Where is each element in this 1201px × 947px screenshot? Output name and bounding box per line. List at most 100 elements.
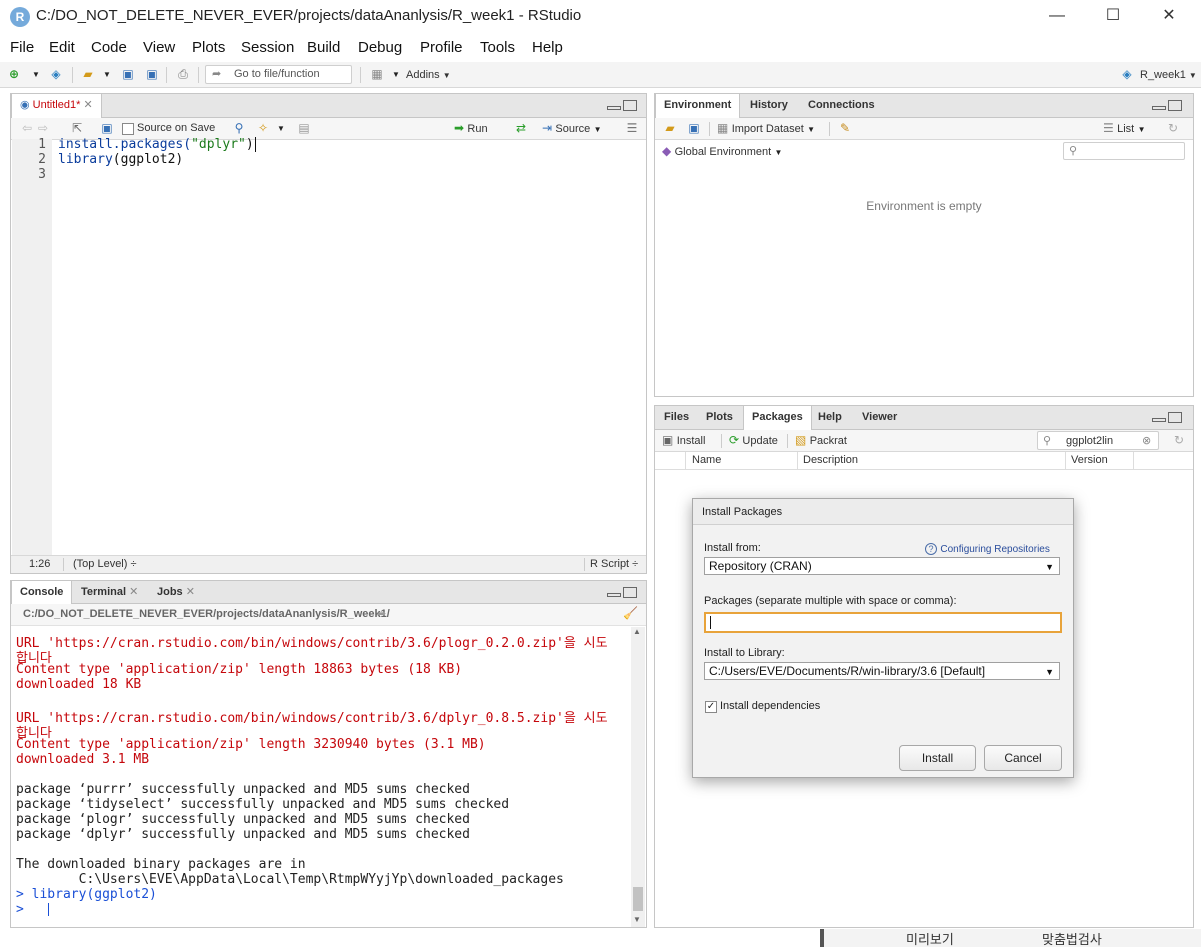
document-outline-icon[interactable]: ☰ — [624, 121, 640, 136]
source-on-save-checkbox[interactable] — [122, 123, 134, 135]
console-line: URL 'https://cran.rstudio.com/bin/window… — [16, 636, 608, 651]
console-output[interactable]: URL 'https://cran.rstudio.com/bin/window… — [11, 632, 628, 924]
maximize-pane-icon[interactable] — [623, 100, 637, 111]
new-file-icon[interactable]: ⊕ — [6, 67, 22, 82]
save-workspace-icon[interactable]: ▣ — [686, 121, 702, 136]
maximize-button[interactable]: ☐ — [1085, 0, 1141, 34]
column-name[interactable]: Name — [692, 454, 721, 466]
open-file-icon[interactable]: ▰ — [80, 67, 96, 82]
tab-viewer[interactable]: Viewer — [854, 406, 905, 429]
tab-untitled1[interactable]: ◉ Untitled1* ✕ — [11, 94, 102, 118]
workspace-panes-icon[interactable]: ▦ — [369, 67, 385, 82]
close-window-button[interactable]: ✕ — [1141, 0, 1197, 34]
menu-build[interactable]: Build — [307, 39, 340, 56]
tab-help[interactable]: Help — [810, 406, 850, 429]
find-replace-icon[interactable]: ⚲ — [231, 121, 247, 136]
install-button[interactable]: Install — [899, 745, 976, 771]
menu-edit[interactable]: Edit — [49, 39, 75, 56]
menu-view[interactable]: View — [143, 39, 175, 56]
print-icon[interactable]: ⎙ — [175, 67, 191, 82]
maximize-pane-icon[interactable] — [1168, 100, 1182, 111]
minimize-pane-icon[interactable] — [607, 106, 621, 110]
code-tools-wand-icon[interactable]: ✧ — [255, 121, 271, 136]
run-button[interactable]: ➡ Run — [454, 121, 488, 135]
view-mode-button[interactable]: ☰ List ▼ — [1103, 121, 1146, 135]
maximize-pane-icon[interactable] — [623, 587, 637, 598]
new-project-icon[interactable]: ◈ — [48, 67, 64, 82]
tab-files[interactable]: Files — [656, 406, 697, 429]
column-description[interactable]: Description — [803, 454, 858, 466]
minimize-pane-icon[interactable] — [1152, 106, 1166, 110]
tab-plots[interactable]: Plots — [698, 406, 741, 429]
scrollbar-thumb[interactable] — [633, 887, 643, 911]
panes-dropdown-icon[interactable]: ▼ — [388, 67, 404, 82]
tab-console[interactable]: Console — [11, 581, 73, 605]
maximize-pane-icon[interactable] — [1168, 412, 1182, 423]
code-tools-dropdown-icon[interactable]: ▼ — [273, 121, 289, 136]
select-arrow-icon: ▼ — [1045, 667, 1054, 677]
clear-workspace-broom-icon[interactable]: ✎ — [837, 121, 853, 136]
menu-tools[interactable]: Tools — [480, 39, 515, 56]
save-icon[interactable]: ▣ — [120, 67, 136, 82]
rstudio-logo-icon: R — [10, 7, 30, 27]
back-icon[interactable]: ⇦ — [19, 121, 35, 136]
tab-terminal[interactable]: Terminal ✕ — [73, 581, 146, 604]
minimize-pane-icon[interactable] — [1152, 418, 1166, 422]
project-menu[interactable]: R_week1 ▼ — [1140, 69, 1197, 81]
configuring-repositories-link[interactable]: ? Configuring Repositories — [925, 541, 1050, 555]
source-button[interactable]: ⇥ Source ▼ — [542, 121, 602, 135]
packages-search-input[interactable]: ⚲ ggplot2lin ⊗ — [1037, 431, 1159, 450]
close-tab-icon[interactable]: ✕ — [83, 99, 92, 111]
close-jobs-icon[interactable]: ✕ — [186, 586, 195, 598]
menu-profile[interactable]: Profile — [420, 39, 463, 56]
install-dependencies-checkbox[interactable]: ✓ — [705, 701, 717, 713]
install-library-select[interactable]: C:/Users/EVE/Documents/R/win-library/3.6… — [704, 662, 1060, 680]
load-workspace-icon[interactable]: ▰ — [662, 121, 678, 136]
rerun-icon[interactable]: ⇄ — [513, 121, 529, 136]
new-file-dropdown-icon[interactable]: ▼ — [28, 67, 44, 82]
addins-menu[interactable]: Addins ▼ — [406, 69, 451, 81]
refresh-environment-icon[interactable]: ↻ — [1165, 121, 1181, 136]
import-dataset-button[interactable]: ▦ Import Dataset ▼ — [717, 121, 815, 135]
menu-session[interactable]: Session — [241, 39, 294, 56]
refresh-packages-icon[interactable]: ↻ — [1171, 433, 1187, 448]
open-file-dropdown-icon[interactable]: ▼ — [99, 67, 115, 82]
install-packages-button[interactable]: ▣ Install — [662, 433, 705, 447]
global-environment-selector[interactable]: ◆ Global Environment ▼ — [662, 144, 782, 158]
save-all-icon[interactable]: ▣ — [144, 67, 160, 82]
tab-history[interactable]: History — [742, 94, 796, 117]
tab-packages[interactable]: Packages — [743, 406, 812, 430]
show-in-window-icon[interactable]: ⇱ — [69, 121, 85, 136]
cancel-button[interactable]: Cancel — [984, 745, 1062, 771]
menu-help[interactable]: Help — [532, 39, 563, 56]
close-terminal-icon[interactable]: ✕ — [129, 586, 138, 598]
console-scrollbar[interactable]: ▲ ▼ — [631, 627, 645, 927]
tab-environment[interactable]: Environment — [655, 94, 741, 118]
goto-file-input[interactable]: ➦ Go to file/function — [205, 65, 352, 84]
clear-console-icon[interactable]: 🧹 — [623, 606, 638, 620]
packages-input[interactable] — [704, 612, 1062, 633]
menu-code[interactable]: Code — [91, 39, 127, 56]
scope-selector[interactable]: (Top Level) ÷ — [73, 558, 137, 570]
menu-plots[interactable]: Plots — [192, 39, 225, 56]
minimize-button[interactable]: — — [1029, 0, 1085, 34]
packrat-button[interactable]: ▧ Packrat — [795, 433, 847, 447]
minimize-pane-icon[interactable] — [607, 593, 621, 597]
menu-debug[interactable]: Debug — [358, 39, 402, 56]
compile-report-icon[interactable]: ▤ — [296, 121, 312, 136]
forward-icon[interactable]: ⇨ — [35, 121, 51, 136]
goto-directory-icon[interactable]: ➦ — [377, 607, 386, 620]
install-from-select[interactable]: Repository (CRAN) ▼ — [704, 557, 1060, 575]
environment-search-input[interactable]: ⚲ — [1063, 142, 1185, 160]
tab-connections[interactable]: Connections — [800, 94, 883, 117]
update-packages-button[interactable]: ⟳ Update — [729, 433, 778, 447]
clear-search-icon[interactable]: ⊗ — [1142, 434, 1151, 447]
file-type-selector[interactable]: R Script ÷ — [590, 558, 638, 570]
column-version[interactable]: Version — [1071, 454, 1108, 466]
tab-jobs[interactable]: Jobs ✕ — [149, 581, 203, 604]
scroll-down-icon[interactable]: ▼ — [633, 915, 641, 924]
save-file-icon[interactable]: ▣ — [99, 121, 115, 136]
code-editor[interactable]: install.packages("dplyr") library(ggplot… — [53, 137, 645, 555]
menu-file[interactable]: File — [10, 39, 34, 56]
scroll-up-icon[interactable]: ▲ — [633, 627, 641, 636]
